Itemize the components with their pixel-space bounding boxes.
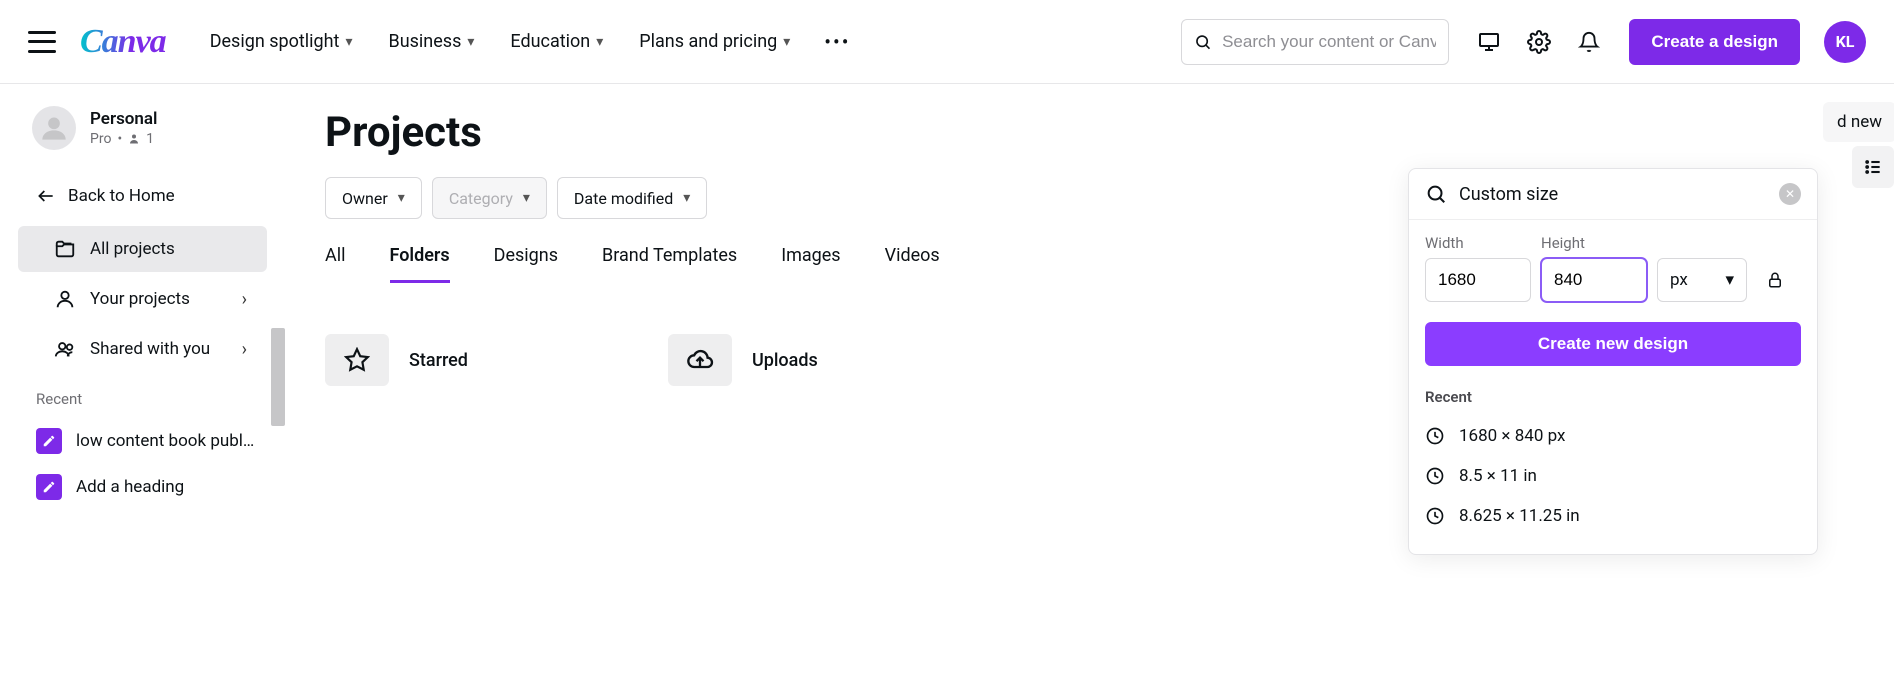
sidebar-item-label: All projects — [90, 239, 175, 259]
nav-label: Design spotlight — [210, 31, 340, 52]
account-name: Personal — [90, 109, 157, 129]
chevron-down-icon: ▾ — [783, 34, 790, 50]
recent-size-label: 1680 × 840 px — [1459, 426, 1565, 446]
popover-title: Custom size — [1459, 184, 1767, 205]
sidebar-scrollbar[interactable] — [271, 328, 285, 648]
sidebar-item-your-projects[interactable]: Your projects › — [18, 276, 267, 322]
recent-item-label: Add a heading — [76, 477, 184, 497]
nav-education[interactable]: Education ▾ — [510, 31, 603, 52]
nav-design-spotlight[interactable]: Design spotlight ▾ — [210, 31, 353, 52]
user-avatar[interactable]: KL — [1824, 21, 1866, 63]
clock-icon — [1425, 506, 1445, 526]
lock-aspect-button[interactable] — [1757, 258, 1793, 302]
sidebar-item-label: Your projects — [90, 289, 190, 309]
folder-label: Starred — [409, 350, 468, 371]
recent-size-item[interactable]: 1680 × 840 px — [1425, 416, 1801, 456]
unit-label: px — [1670, 270, 1688, 290]
width-label: Width — [1425, 234, 1531, 252]
sidebar-item-shared[interactable]: Shared with you › — [18, 326, 267, 372]
add-new-button-partial[interactable]: d new — [1823, 102, 1894, 142]
star-icon — [325, 334, 389, 386]
custom-size-popover: Custom size ✕ Width Height px ▾ — [1408, 168, 1818, 555]
chevron-down-icon: ▾ — [345, 34, 352, 50]
account-sub: Pro• 1 — [90, 131, 157, 147]
chevron-down-icon: ▾ — [467, 34, 474, 50]
filter-label: Date modified — [574, 189, 673, 208]
settings-icon[interactable] — [1523, 26, 1555, 58]
desktop-icon[interactable] — [1473, 26, 1505, 58]
recent-size-label: 8.625 × 11.25 in — [1459, 506, 1580, 526]
sidebar-item-label: Shared with you — [90, 339, 210, 359]
menu-button[interactable] — [28, 31, 56, 53]
recent-size-item[interactable]: 8.625 × 11.25 in — [1425, 496, 1801, 536]
chevron-right-icon: › — [242, 339, 247, 360]
tab-all[interactable]: All — [325, 245, 346, 283]
chevron-down-icon: ▾ — [596, 34, 603, 50]
search-icon — [1425, 183, 1447, 205]
filter-label: Category — [449, 189, 513, 208]
sidebar: Personal Pro• 1 Back to Home All project… — [0, 84, 285, 678]
tab-designs[interactable]: Designs — [494, 245, 558, 283]
bell-icon[interactable] — [1573, 26, 1605, 58]
list-view-toggle[interactable] — [1852, 146, 1894, 188]
sidebar-item-all-projects[interactable]: All projects — [18, 226, 267, 272]
filter-owner[interactable]: Owner ▾ — [325, 177, 422, 219]
back-to-home[interactable]: Back to Home — [0, 170, 285, 226]
width-input[interactable] — [1425, 258, 1531, 302]
create-design-button[interactable]: Create a design — [1629, 19, 1800, 65]
filter-date-modified[interactable]: Date modified ▾ — [557, 177, 707, 219]
nav-label: Plans and pricing — [639, 31, 777, 52]
tab-brand-templates[interactable]: Brand Templates — [602, 245, 737, 283]
chevron-down-icon: ▾ — [398, 190, 405, 206]
chevron-down-icon: ▾ — [683, 190, 690, 206]
height-label: Height — [1541, 234, 1647, 252]
recent-size-item[interactable]: 8.5 × 11 in — [1425, 456, 1801, 496]
person-icon — [54, 288, 76, 310]
people-icon — [54, 338, 76, 360]
filter-label: Owner — [342, 189, 388, 208]
chevron-down-icon: ▾ — [1725, 270, 1734, 290]
folder-uploads[interactable]: Uploads — [668, 334, 818, 386]
nav-label: Business — [388, 31, 461, 52]
folder-starred[interactable]: Starred — [325, 334, 468, 386]
recent-design-item[interactable]: Add a heading — [0, 464, 285, 510]
recent-design-item[interactable]: low content book publ… — [0, 418, 285, 464]
recent-section-label: Recent — [0, 376, 285, 418]
global-search[interactable] — [1181, 19, 1449, 65]
nav-business[interactable]: Business ▾ — [388, 31, 474, 52]
account-avatar[interactable] — [32, 106, 76, 150]
height-input[interactable] — [1541, 258, 1647, 302]
cloud-upload-icon — [668, 334, 732, 386]
popover-recent-label: Recent — [1425, 388, 1801, 406]
recent-item-label: low content book publ… — [76, 431, 254, 451]
clock-icon — [1425, 426, 1445, 446]
tab-videos[interactable]: Videos — [885, 245, 940, 283]
nav-plans[interactable]: Plans and pricing ▾ — [639, 31, 790, 52]
search-icon — [1194, 32, 1212, 52]
page-title: Projects — [325, 108, 1854, 157]
back-label: Back to Home — [68, 186, 175, 206]
canva-logo[interactable]: Canva — [80, 23, 166, 61]
pen-icon — [36, 474, 62, 500]
chevron-down-icon: ▾ — [523, 190, 530, 206]
pen-icon — [36, 428, 62, 454]
recent-size-label: 8.5 × 11 in — [1459, 466, 1537, 486]
search-input[interactable] — [1222, 32, 1436, 52]
tab-folders[interactable]: Folders — [390, 245, 450, 283]
clock-icon — [1425, 466, 1445, 486]
more-menu[interactable]: ••• — [824, 30, 850, 54]
unit-select[interactable]: px ▾ — [1657, 258, 1747, 302]
create-new-design-button[interactable]: Create new design — [1425, 322, 1801, 366]
chevron-right-icon: › — [242, 289, 247, 310]
folder-label: Uploads — [752, 350, 818, 371]
filter-category: Category ▾ — [432, 177, 547, 219]
arrow-left-icon — [36, 186, 56, 206]
tab-images[interactable]: Images — [781, 245, 840, 283]
folders-icon — [54, 238, 76, 260]
clear-search-button[interactable]: ✕ — [1779, 183, 1801, 205]
nav-label: Education — [510, 31, 590, 52]
